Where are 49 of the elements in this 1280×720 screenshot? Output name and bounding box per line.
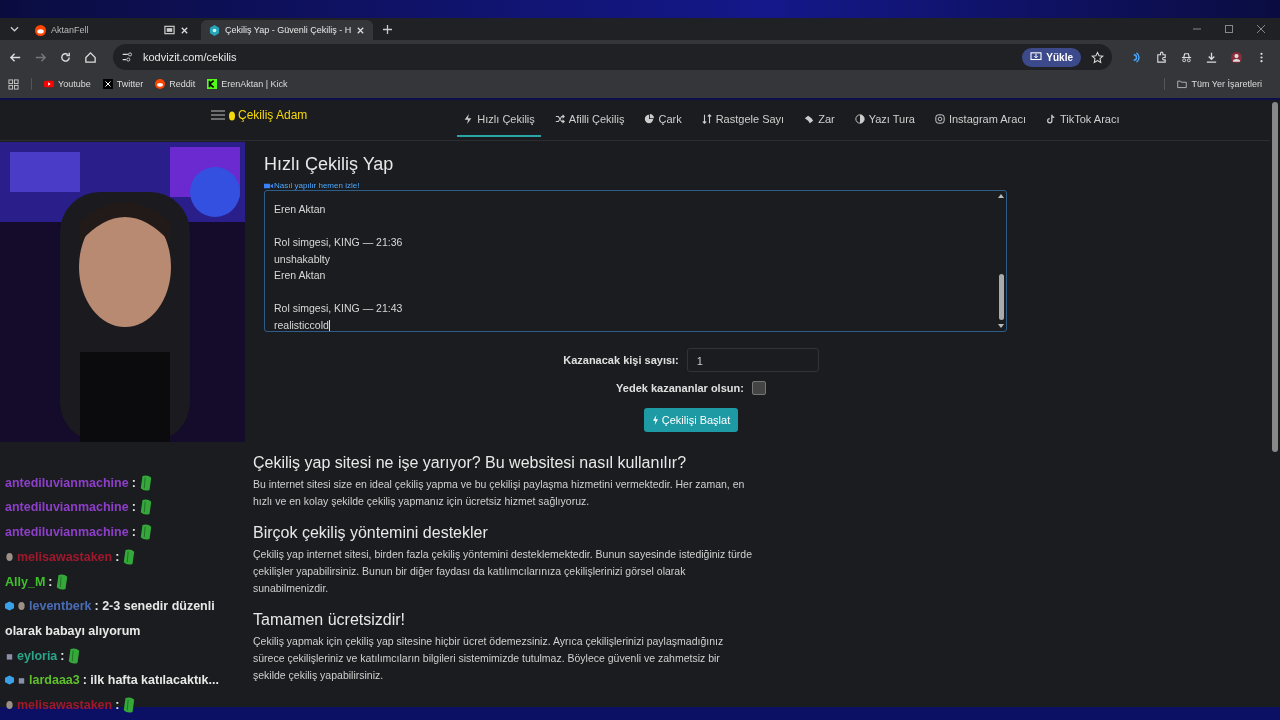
bookmark[interactable]: Twitter: [116, 79, 144, 89]
nav-tab[interactable]: Instagram Aracı: [928, 103, 1032, 137]
section-heading: Birçok çekiliş yöntemini destekler: [253, 524, 489, 542]
chat-username: antediluvianmachine: [5, 525, 129, 540]
chat-message: : 2-3 senedir düzenli: [94, 599, 215, 614]
chat-message: olarak babayı alıyorum: [5, 623, 141, 638]
bookmark[interactable]: ErenAktan | Kick: [221, 79, 288, 89]
all-bookmarks-link[interactable]: Tüm Yer İşaretleri: [1191, 79, 1262, 89]
section-paragraph: Çekiliş yap internet sitesi, birden fazla çekiliş yöntemini desteklemektedir. Bunun sayesinde istediğiniz türde çekilişler yapabilirsiniz. Bunun bir diğer faydası da katılımcılarınıza çekilişlerinizi görsel olarak sunabilmenizdir.: [253, 547, 753, 596]
chat-message: : ilk hafta katılacaktık...: [82, 673, 219, 688]
bookmark[interactable]: Reddit: [169, 79, 196, 89]
chat-separator: :: [115, 549, 120, 564]
chat-username: Ally_M: [5, 574, 46, 589]
chat-username: melisawastaken: [17, 549, 113, 564]
field-label: Kazanacak kişi sayısı:: [563, 354, 679, 366]
nav-tab[interactable]: Afilli Çekiliş: [548, 103, 631, 137]
section-paragraph: Çekiliş yapmak için çekiliş yap sitesine hiçbir ücret ödemezsiniz. Ayrıca çekilişlerinizi paylaşmadığınız sürece çekilişleriniz ve katılımcıların bilgileri sistemimizde tutulmaz. Böylece güvenli ve zahmetsiz bir şekilde çekiliş yapabilirsiniz.: [253, 634, 725, 683]
chat-username: eyloria: [17, 648, 58, 663]
section-heading: Tamamen ücretsizdir!: [253, 611, 407, 629]
nav-tab[interactable]: Yazı Tura: [848, 103, 921, 137]
nav-tab[interactable]: Rastgele Sayı: [695, 103, 791, 137]
nav-tab[interactable]: Çark: [638, 103, 688, 137]
chat-separator: :: [60, 648, 65, 663]
winner-count-field[interactable]: 1: [686, 348, 819, 372]
video-link[interactable]: Nasıl yapılır hemen izle!: [274, 181, 360, 190]
entries-text-area[interactable]: Eren Aktan Rol simgesi, KING — 21:36 unshakablty Eren Aktan Rol simgesi, KING — 21:43 realisticcold: [264, 190, 1007, 332]
site-logo[interactable]: Çekiliş Adam: [238, 108, 308, 122]
chat-separator: :: [48, 574, 53, 589]
address-bar[interactable]: kodvizit.com/cekilis Yükle: [113, 44, 1112, 70]
nav-tab[interactable]: Zar: [798, 103, 841, 137]
install-button[interactable]: Yükle: [1022, 47, 1081, 67]
browser-tab[interactable]: Çekiliş Yap - Güvenli Çekiliş - H: [201, 20, 374, 40]
section-paragraph: Bu internet sitesi size en ideal çekiliş yapma ve bu çekilişi paylaşma hizmetini vermektedir. Her zaman, en hızlı ve en kolay şekilde çekiliş yapmanız için ücretsiz hizmet sağlıyoruz.: [253, 477, 746, 509]
nav-tab[interactable]: TikTok Aracı: [1039, 103, 1126, 137]
chat-separator: :: [131, 525, 136, 540]
section-heading: Çekiliş yap sitesi ne işe yarıyor? Bu websitesi nasıl kullanılır?: [253, 454, 688, 472]
bookmark[interactable]: Youtube: [58, 79, 91, 89]
chat-username: melisawastaken: [17, 698, 113, 713]
chat-username: lardaaa3: [29, 673, 80, 688]
page-title: Hızlı Çekiliş Yap: [264, 154, 395, 175]
chat-separator: :: [115, 698, 120, 713]
chat-username: antediluvianmachine: [5, 500, 129, 515]
chat-username: antediluvianmachine: [5, 475, 129, 490]
browser-tab[interactable]: AktanFell: [27, 20, 197, 40]
chat-username: leventberk: [29, 599, 92, 614]
chat-separator: :: [131, 475, 136, 490]
nav-tab[interactable]: Hızlı Çekiliş: [457, 103, 541, 137]
checkbox-label: Yedek kazananlar olsun:: [616, 382, 744, 394]
chat-separator: :: [131, 500, 136, 515]
